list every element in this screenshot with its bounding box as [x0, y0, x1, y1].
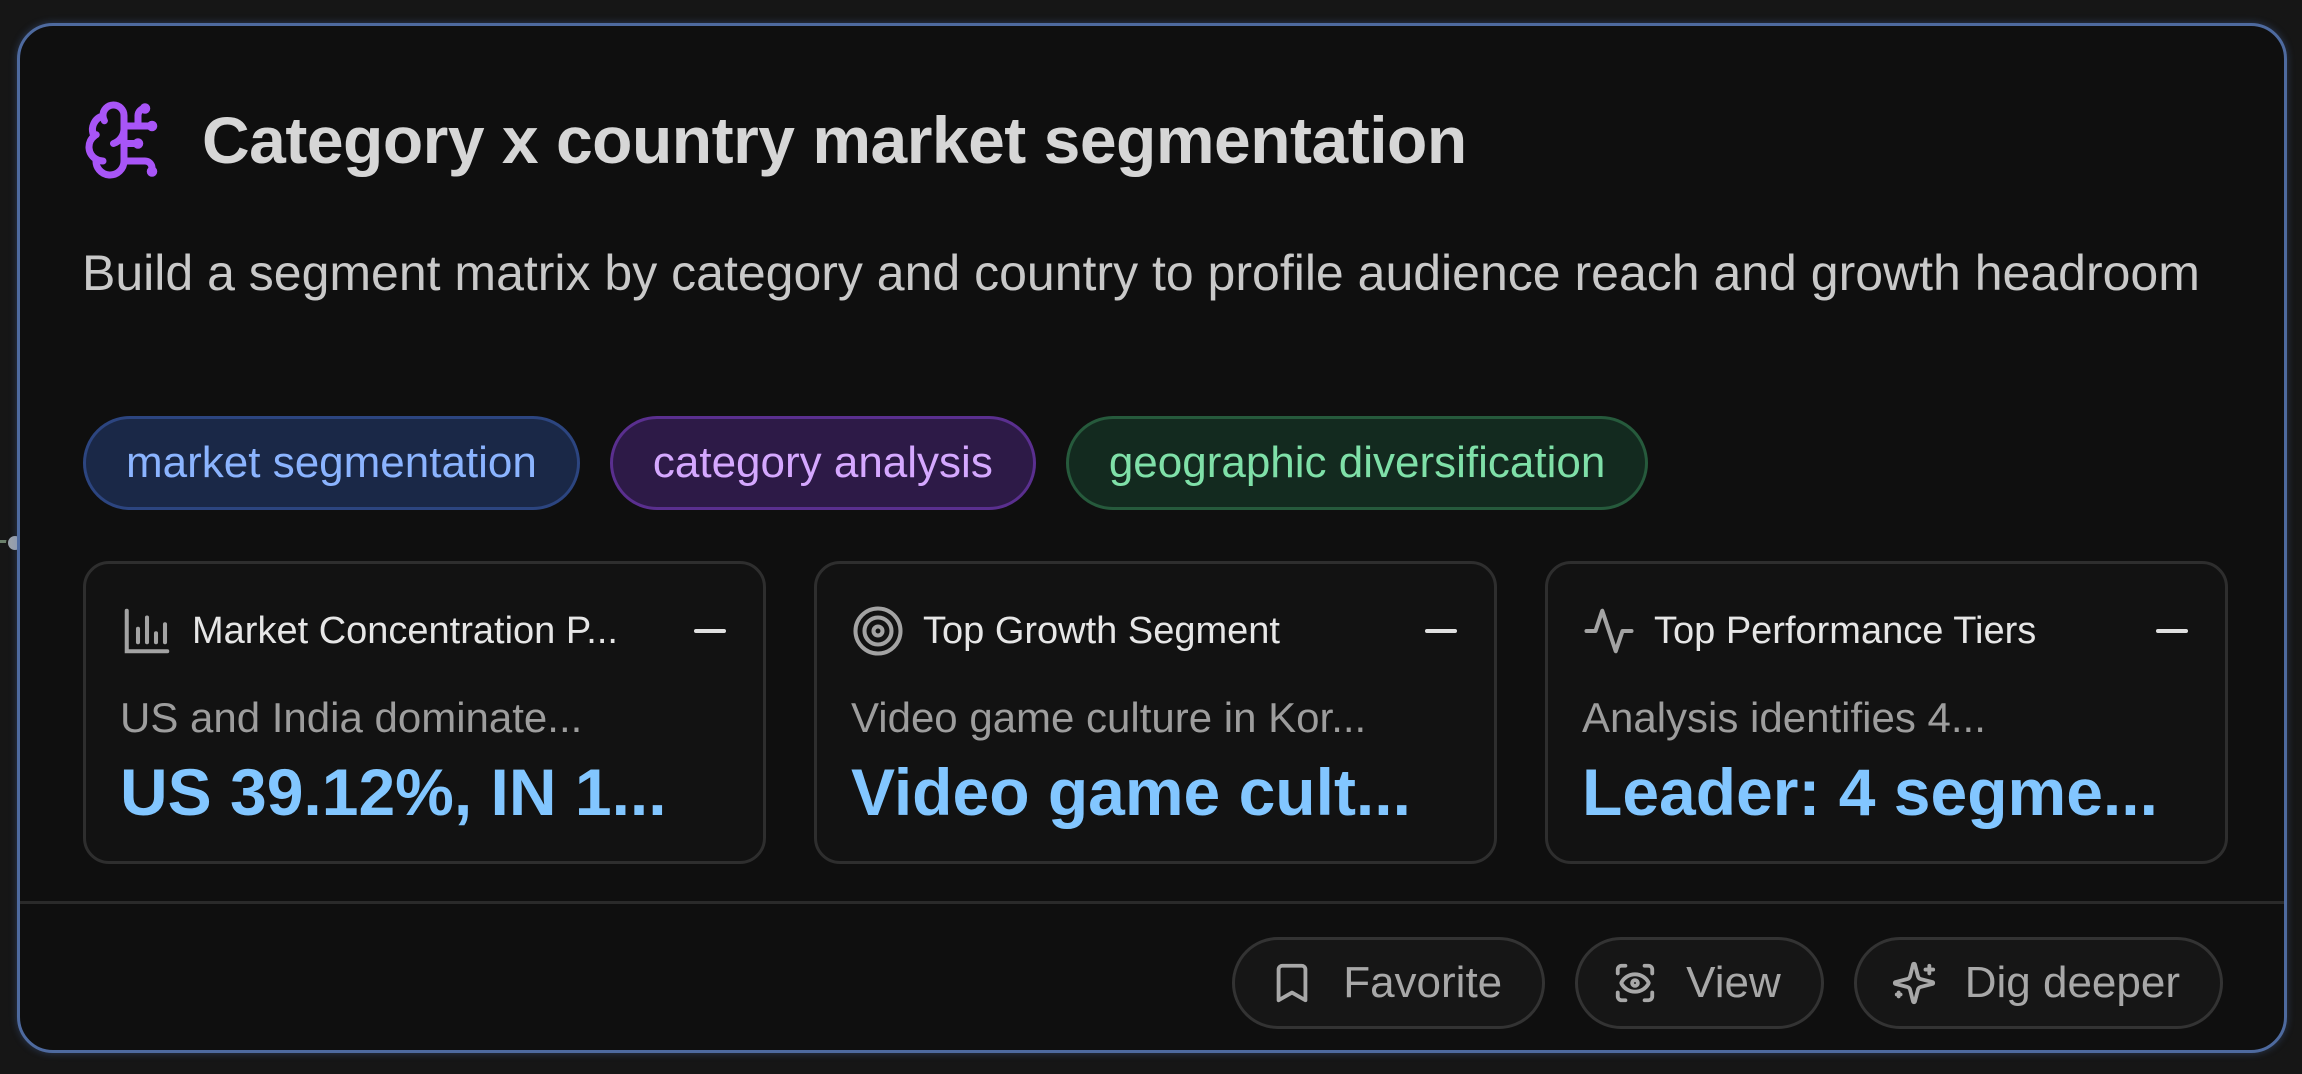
dig-deeper-button[interactable]: Dig deeper: [1853, 937, 2223, 1029]
bar-chart-icon: [124, 608, 170, 654]
metric-title: Top Performance Tiers: [1654, 609, 2037, 652]
dig-deeper-label: Dig deeper: [1964, 958, 2180, 1007]
card-header: Category x country market segmentation: [82, 98, 1467, 182]
metric-header: Top Performance Tiers: [1582, 604, 2189, 658]
favorite-button[interactable]: Favorite: [1232, 937, 1546, 1029]
sparkle-icon: [1892, 961, 1935, 1005]
tag-category-analysis[interactable]: category analysis: [609, 416, 1036, 510]
card-title: Category x country market segmentation: [202, 103, 1467, 177]
minus-icon: [1425, 629, 1457, 633]
metric-cards: Market Concentration P... US and India d…: [83, 561, 2228, 864]
footer-divider: [20, 901, 2284, 904]
metric-value: Leader: 4 segme...: [1582, 755, 2158, 829]
insight-card: Category x country market segmentation B…: [17, 23, 2287, 1053]
tag-list: market segmentation category analysis ge…: [83, 416, 1649, 510]
metric-title: Top Growth Segment: [923, 609, 1280, 652]
collapse-button[interactable]: [2155, 614, 2189, 648]
action-bar: Favorite View Dig deeper: [1232, 937, 2223, 1029]
brain-icon: [85, 101, 158, 179]
metric-title: Market Concentration P...: [192, 609, 618, 652]
activity-icon: [1584, 608, 1634, 654]
minus-icon: [694, 629, 726, 633]
bookmark-icon: [1276, 963, 1308, 1003]
tag-market-segmentation[interactable]: market segmentation: [83, 416, 580, 510]
eye-icon: [1615, 963, 1655, 1003]
metric-header: Top Growth Segment: [851, 604, 1458, 658]
minus-icon: [2156, 629, 2188, 633]
metric-card-top-growth-segment[interactable]: Top Growth Segment Video game culture in…: [814, 561, 1497, 864]
target-icon: [853, 606, 903, 656]
metric-subtitle: Video game culture in Kor...: [851, 694, 1367, 741]
metric-header: Market Concentration P...: [120, 604, 727, 658]
view-label: View: [1686, 958, 1781, 1007]
collapse-button[interactable]: [1424, 614, 1458, 648]
tag-geographic-diversification[interactable]: geographic diversification: [1065, 416, 1649, 510]
metric-card-top-performance-tiers[interactable]: Top Performance Tiers Analysis identifie…: [1545, 561, 2228, 864]
metric-subtitle: Analysis identifies 4...: [1582, 694, 1986, 741]
metric-card-market-concentration[interactable]: Market Concentration P... US and India d…: [83, 561, 766, 864]
card-description: Build a segment matrix by category and c…: [82, 245, 2200, 301]
metric-value: US 39.12%, IN 1...: [120, 755, 667, 829]
view-button[interactable]: View: [1575, 937, 1824, 1029]
metric-value: Video game cult...: [851, 755, 1411, 829]
favorite-label: Favorite: [1343, 958, 1503, 1007]
metric-subtitle: US and India dominate...: [120, 694, 583, 741]
collapse-button[interactable]: [693, 614, 727, 648]
